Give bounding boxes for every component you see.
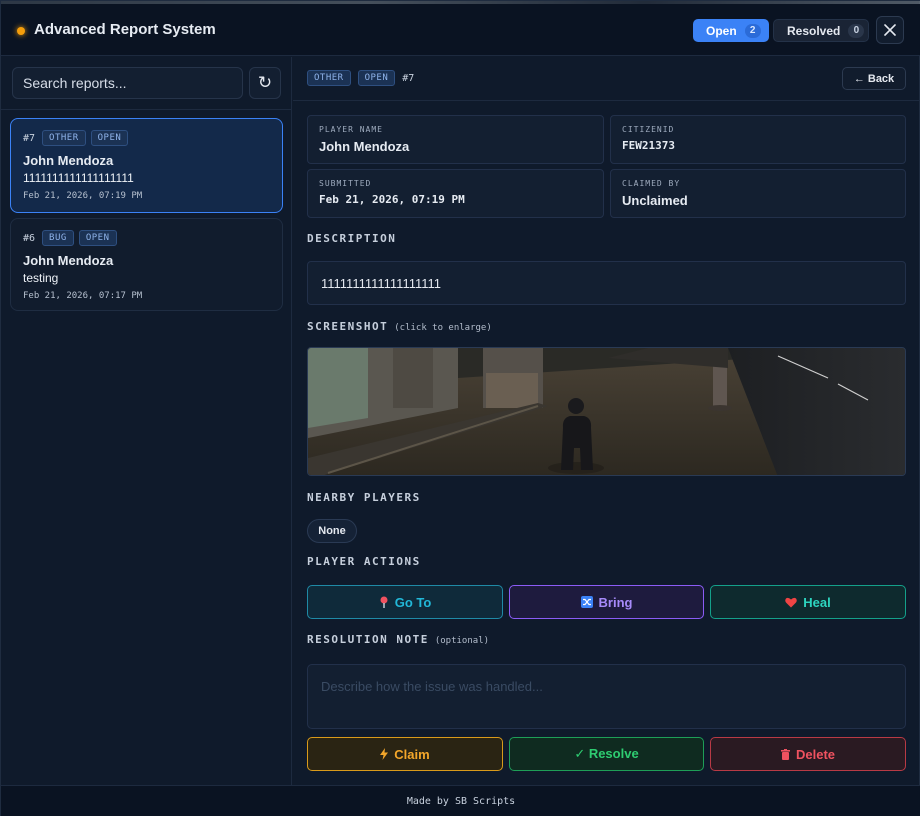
tab-open-count: 2 xyxy=(744,23,761,38)
screenshot-hint: (click to enlarge) xyxy=(394,323,492,333)
citizenid-value: FEW21373 xyxy=(622,139,675,152)
category-badge: BUG xyxy=(42,230,74,246)
tab-open-label: Open xyxy=(706,23,737,38)
goto-label: Go To xyxy=(394,594,432,610)
player-actions-heading: PLAYER ACTIONS xyxy=(307,555,421,568)
report-player-name: John Mendoza xyxy=(23,153,114,168)
nearby-players-heading: NEARBY PLAYERS xyxy=(307,491,421,504)
report-card-6[interactable]: #6 BUG OPEN John Mendoza testing Feb 21,… xyxy=(10,218,283,311)
report-message: testing xyxy=(23,271,59,285)
report-card-7[interactable]: #7 OTHER OPEN John Mendoza 1111111111111… xyxy=(10,118,283,213)
screenshot-heading: SCREENSHOT (click to enlarge) xyxy=(307,320,492,333)
screenshot-image[interactable] xyxy=(307,347,906,476)
claim-button[interactable]: Claim xyxy=(307,737,503,771)
report-number: #7 xyxy=(23,132,36,144)
report-list-panel: Search reports... ↻ #7 OTHER OPEN John M… xyxy=(1,57,292,785)
tab-open[interactable]: Open 2 xyxy=(693,19,769,42)
close-icon xyxy=(884,24,896,36)
detail-report-number: #7 xyxy=(402,72,415,84)
tab-resolved[interactable]: Resolved 0 xyxy=(773,19,869,42)
category-badge: OTHER xyxy=(42,130,86,146)
divider xyxy=(1,109,292,110)
citizenid-label: CITIZENID xyxy=(622,125,675,134)
refresh-button[interactable]: ↻ xyxy=(249,67,281,99)
report-detail-panel: OTHER OPEN #7 ← Back PLAYER NAME John Me… xyxy=(293,57,919,785)
detail-category-badge: OTHER xyxy=(307,70,351,86)
screenshot-scene xyxy=(308,348,905,475)
heal-label: Heal xyxy=(803,594,831,610)
citizenid-box: CITIZENID FEW21373 xyxy=(610,115,906,164)
resolution-note-textarea[interactable]: Describe how the issue was handled... xyxy=(307,664,906,729)
description-text: 1111111111111111111 xyxy=(307,261,906,305)
detail-toolbar: OTHER OPEN #7 ← Back xyxy=(293,57,919,101)
back-button[interactable]: ← Back xyxy=(842,67,906,90)
player-name-box: PLAYER NAME John Mendoza xyxy=(307,115,604,164)
tab-resolved-label: Resolved xyxy=(787,23,841,38)
lightning-icon xyxy=(380,748,389,760)
refresh-icon: ↻ xyxy=(257,73,273,92)
goto-button[interactable]: Go To xyxy=(307,585,503,619)
report-player-name: John Mendoza xyxy=(23,253,114,268)
header-bar: Advanced Report System Open 2 Resolved 0 xyxy=(1,4,920,56)
report-message: 1111111111111111111 xyxy=(23,171,134,185)
resolution-note-heading: RESOLUTION NOTE (optional) xyxy=(307,633,489,646)
screenshot-heading-text: SCREENSHOT xyxy=(307,320,389,333)
player-name-label: PLAYER NAME xyxy=(319,125,383,134)
status-badge: OPEN xyxy=(90,130,129,146)
claim-label: Claim xyxy=(394,746,430,762)
close-button[interactable] xyxy=(876,16,904,44)
app-title: Advanced Report System xyxy=(34,21,216,38)
claimed-by-value: Unclaimed xyxy=(622,193,688,208)
delete-label: Delete xyxy=(795,746,836,762)
footer-credit: Made by SB Scripts xyxy=(1,785,920,816)
shuffle-icon xyxy=(580,596,593,608)
submitted-label: SUBMITTED xyxy=(319,179,372,188)
heart-icon xyxy=(785,597,798,607)
delete-button[interactable]: Delete xyxy=(710,737,906,771)
resolution-note-heading-text: RESOLUTION NOTE xyxy=(307,633,429,646)
trash-icon xyxy=(780,748,790,760)
detail-status-badge: OPEN xyxy=(357,70,396,86)
bring-button[interactable]: Bring xyxy=(509,585,704,619)
report-date: Feb 21, 2026, 07:19 PM xyxy=(23,191,143,201)
report-number: #6 xyxy=(23,232,36,244)
status-badge: OPEN xyxy=(78,230,117,246)
description-heading: DESCRIPTION xyxy=(307,232,397,245)
tab-resolved-count: 0 xyxy=(848,23,865,38)
report-date: Feb 21, 2026, 07:17 PM xyxy=(23,291,143,301)
submitted-value: Feb 21, 2026, 07:19 PM xyxy=(319,193,465,206)
player-name-value: John Mendoza xyxy=(319,139,410,154)
claimed-by-box: CLAIMED BY Unclaimed xyxy=(610,169,906,218)
nearby-none-badge: None xyxy=(307,519,357,543)
bring-label: Bring xyxy=(598,594,633,610)
resolve-label: ✓ Resolve xyxy=(574,746,639,761)
pin-icon xyxy=(380,596,388,608)
report-window: Advanced Report System Open 2 Resolved 0… xyxy=(0,0,920,816)
resolve-button[interactable]: ✓ Resolve xyxy=(509,737,704,771)
submitted-box: SUBMITTED Feb 21, 2026, 07:19 PM xyxy=(307,169,604,218)
claimed-by-label: CLAIMED BY xyxy=(622,179,681,188)
heal-button[interactable]: Heal xyxy=(710,585,906,619)
status-dot-icon xyxy=(17,27,25,35)
resolution-note-hint: (optional) xyxy=(434,636,490,646)
search-input[interactable]: Search reports... xyxy=(12,67,243,99)
